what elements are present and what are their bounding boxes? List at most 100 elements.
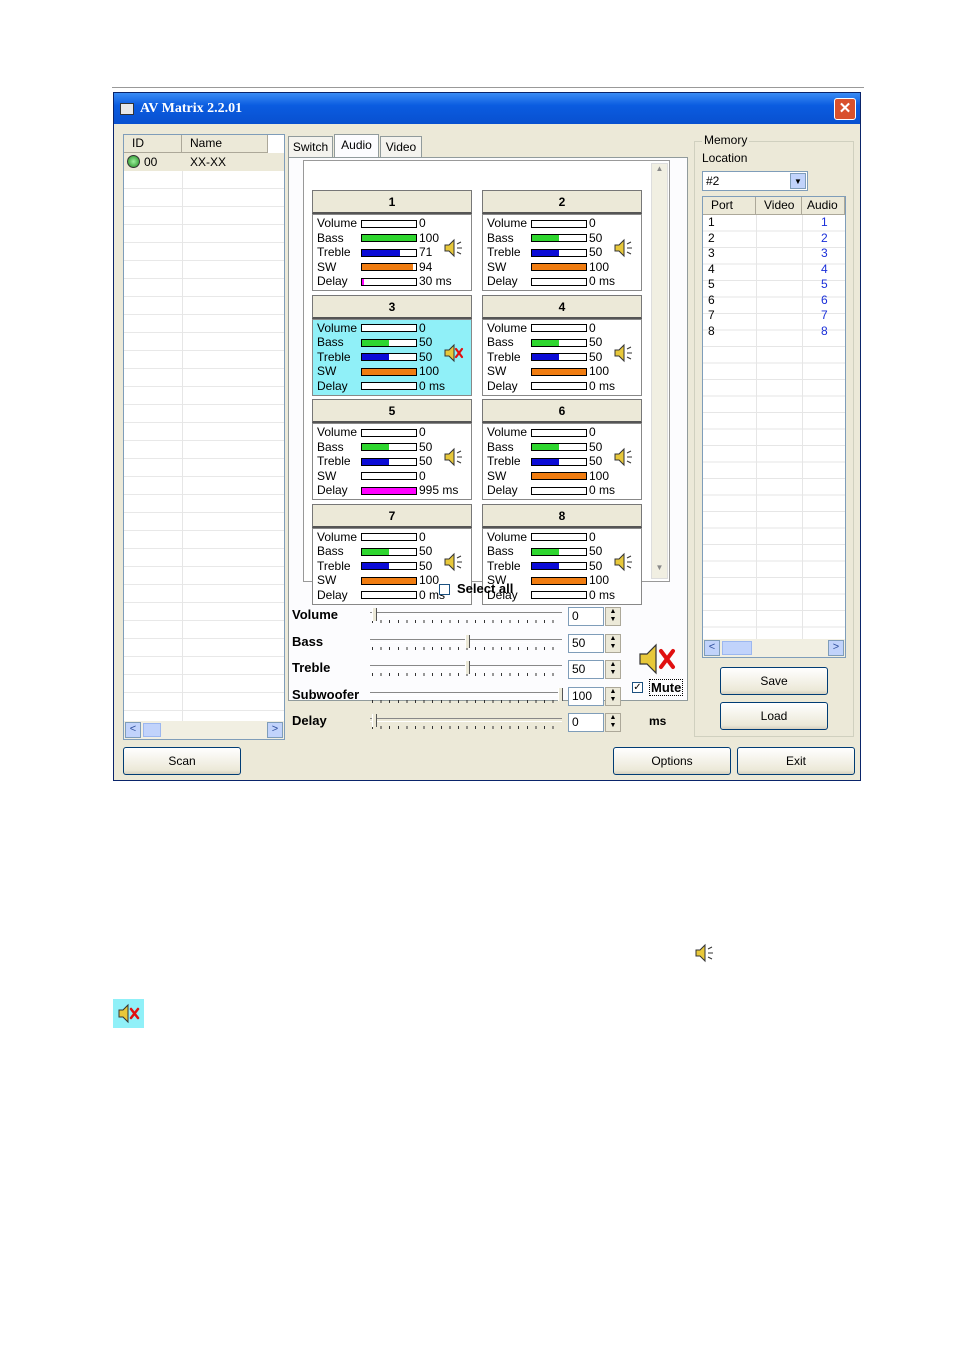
slider-thumb[interactable] bbox=[465, 661, 470, 674]
save-button[interactable]: Save bbox=[720, 667, 828, 695]
zone-header[interactable]: 5 bbox=[312, 399, 472, 423]
zone-level-bar bbox=[531, 428, 587, 437]
treble-spin-button[interactable]: ▲ ▼ bbox=[605, 660, 621, 679]
subwoofer-value-input[interactable]: 100 bbox=[568, 686, 604, 706]
chevron-down-icon[interactable]: ▼ bbox=[790, 173, 806, 189]
zone-header[interactable]: 8 bbox=[482, 503, 642, 528]
zone-param-label: Bass bbox=[317, 439, 344, 454]
subwoofer-spin-button[interactable]: ▲ ▼ bbox=[605, 686, 621, 706]
memory-row[interactable]: 11 bbox=[703, 215, 845, 230]
speaker-icon[interactable] bbox=[443, 237, 465, 259]
bass-spin-button[interactable]: ▲ ▼ bbox=[605, 633, 621, 653]
zone-header[interactable]: 7 bbox=[312, 503, 472, 528]
speaker-icon[interactable] bbox=[613, 342, 635, 364]
memory-audio: 8 bbox=[821, 323, 828, 338]
memory-port: 4 bbox=[708, 261, 715, 276]
speaker-icon[interactable] bbox=[613, 446, 635, 468]
zone-level-fill bbox=[362, 249, 401, 256]
volume-spin-button[interactable]: ▲ ▼ bbox=[605, 607, 621, 626]
load-button[interactable]: Load bbox=[720, 702, 828, 730]
treble-slider[interactable] bbox=[370, 661, 562, 677]
memory-row[interactable]: 66 bbox=[703, 293, 845, 308]
memory-port-list[interactable]: Port Video Audio 1122334455667788 < > bbox=[702, 196, 846, 658]
slider-thumb[interactable] bbox=[372, 608, 377, 621]
device-status-icon bbox=[127, 155, 140, 168]
zone-header[interactable]: 3 bbox=[312, 294, 472, 319]
memory-row[interactable]: 33 bbox=[703, 246, 845, 261]
tab-video[interactable]: Video bbox=[380, 136, 422, 158]
scan-button[interactable]: Scan bbox=[123, 747, 241, 775]
muted-speaker-icon[interactable] bbox=[443, 342, 465, 364]
subwoofer-slider[interactable] bbox=[370, 687, 563, 704]
volume-value-input[interactable]: 0 bbox=[568, 607, 604, 626]
scroll-thumb[interactable] bbox=[143, 723, 161, 737]
tab-audio[interactable]: Audio bbox=[334, 134, 379, 158]
tab-switch[interactable]: Switch bbox=[288, 136, 333, 158]
bass-value-input[interactable]: 50 bbox=[568, 633, 604, 653]
select-all-checkbox[interactable] bbox=[439, 584, 450, 595]
bass-slider[interactable] bbox=[370, 634, 562, 651]
memory-audio: 4 bbox=[821, 261, 828, 276]
scroll-up-icon[interactable]: ▲ bbox=[652, 164, 667, 179]
zone-panel[interactable]: Volume 0 Bass 50 Treble 50 SW 100 Delay 0 ms bbox=[312, 318, 472, 396]
device-list-hscroll[interactable]: < > bbox=[124, 721, 284, 739]
zone-header[interactable]: 4 bbox=[482, 294, 642, 319]
scroll-down-icon[interactable]: ▼ bbox=[652, 563, 667, 578]
delay-slider[interactable] bbox=[370, 714, 562, 730]
speaker-icon[interactable] bbox=[443, 446, 465, 468]
zone-param-value: 100 bbox=[419, 573, 440, 587]
scroll-right-icon[interactable]: > bbox=[828, 640, 844, 656]
zone-level-bar bbox=[361, 367, 417, 376]
title-bar[interactable]: AV Matrix 2.2.01 ✕ bbox=[114, 93, 860, 124]
zone-level-bar bbox=[531, 486, 587, 495]
scroll-right-icon[interactable]: > bbox=[267, 722, 283, 738]
zone-param-value: 0 bbox=[419, 320, 426, 335]
scroll-thumb[interactable] bbox=[722, 641, 752, 655]
zone-panel[interactable]: Volume 0 Bass 50 Treble 50 SW 100 Delay 0 ms bbox=[482, 318, 642, 396]
scroll-left-icon[interactable]: < bbox=[704, 640, 720, 656]
delay-spin-button[interactable]: ▲ ▼ bbox=[605, 713, 621, 732]
scroll-left-icon[interactable]: < bbox=[125, 722, 141, 738]
memory-row[interactable]: 88 bbox=[703, 324, 845, 339]
options-button[interactable]: Options bbox=[613, 747, 731, 775]
close-button[interactable]: ✕ bbox=[834, 98, 856, 120]
zone-level-fill bbox=[362, 354, 389, 361]
speaker-icon[interactable] bbox=[613, 237, 635, 259]
zone-param-value: 50 bbox=[419, 349, 433, 364]
slider-thumb[interactable] bbox=[465, 634, 470, 648]
location-select[interactable]: #2 ▼ bbox=[702, 171, 808, 191]
zone-level-fill bbox=[362, 548, 389, 555]
speaker-icon[interactable] bbox=[443, 551, 465, 573]
memory-row[interactable]: 77 bbox=[703, 308, 845, 323]
memory-list-hscroll[interactable]: < > bbox=[703, 639, 845, 657]
zone-level-bar bbox=[531, 353, 587, 362]
device-row[interactable]: 00 XX-XX bbox=[124, 153, 284, 171]
column-header-port[interactable]: Port bbox=[703, 197, 756, 215]
zone-panel[interactable]: Volume 0 Bass 50 Treble 50 SW 100 Delay 0 ms bbox=[482, 423, 642, 500]
memory-row[interactable]: 44 bbox=[703, 262, 845, 277]
delay-value-input[interactable]: 0 bbox=[568, 713, 604, 732]
column-header-audio[interactable]: Audio bbox=[802, 197, 845, 215]
zone-header[interactable]: 6 bbox=[482, 399, 642, 423]
zone-panel[interactable]: Volume 0 Bass 50 Treble 50 SW 100 Delay 0 ms bbox=[482, 214, 642, 291]
column-header-video[interactable]: Video bbox=[756, 197, 802, 215]
zone-header[interactable]: 1 bbox=[312, 190, 472, 214]
zone-panel[interactable]: Volume 0 Bass 50 Treble 50 SW 0 Delay 995 ms bbox=[312, 423, 472, 500]
speaker-icon[interactable] bbox=[613, 551, 635, 573]
device-list[interactable]: ID Name 00 XX-XX < > bbox=[123, 134, 285, 740]
volume-slider[interactable] bbox=[370, 608, 562, 624]
zone-header[interactable]: 2 bbox=[482, 190, 642, 214]
column-header-name[interactable]: Name bbox=[182, 135, 268, 153]
treble-value-input[interactable]: 50 bbox=[568, 660, 604, 679]
slider-thumb[interactable] bbox=[558, 687, 563, 701]
memory-row[interactable]: 55 bbox=[703, 277, 845, 292]
zones-vscroll[interactable]: ▲ ▼ bbox=[651, 163, 668, 579]
zone-param-label: Volume bbox=[317, 529, 358, 544]
exit-button[interactable]: Exit bbox=[737, 747, 855, 775]
zone-panel[interactable]: Volume 0 Bass 100 Treble 71 SW 94 Delay 30 ms bbox=[312, 214, 472, 291]
mute-checkbox[interactable]: ✓ bbox=[632, 682, 643, 693]
column-header-id[interactable]: ID bbox=[124, 135, 182, 153]
slider-thumb[interactable] bbox=[372, 714, 377, 727]
zone-param-value: 50 bbox=[419, 544, 433, 558]
memory-row[interactable]: 22 bbox=[703, 231, 845, 246]
